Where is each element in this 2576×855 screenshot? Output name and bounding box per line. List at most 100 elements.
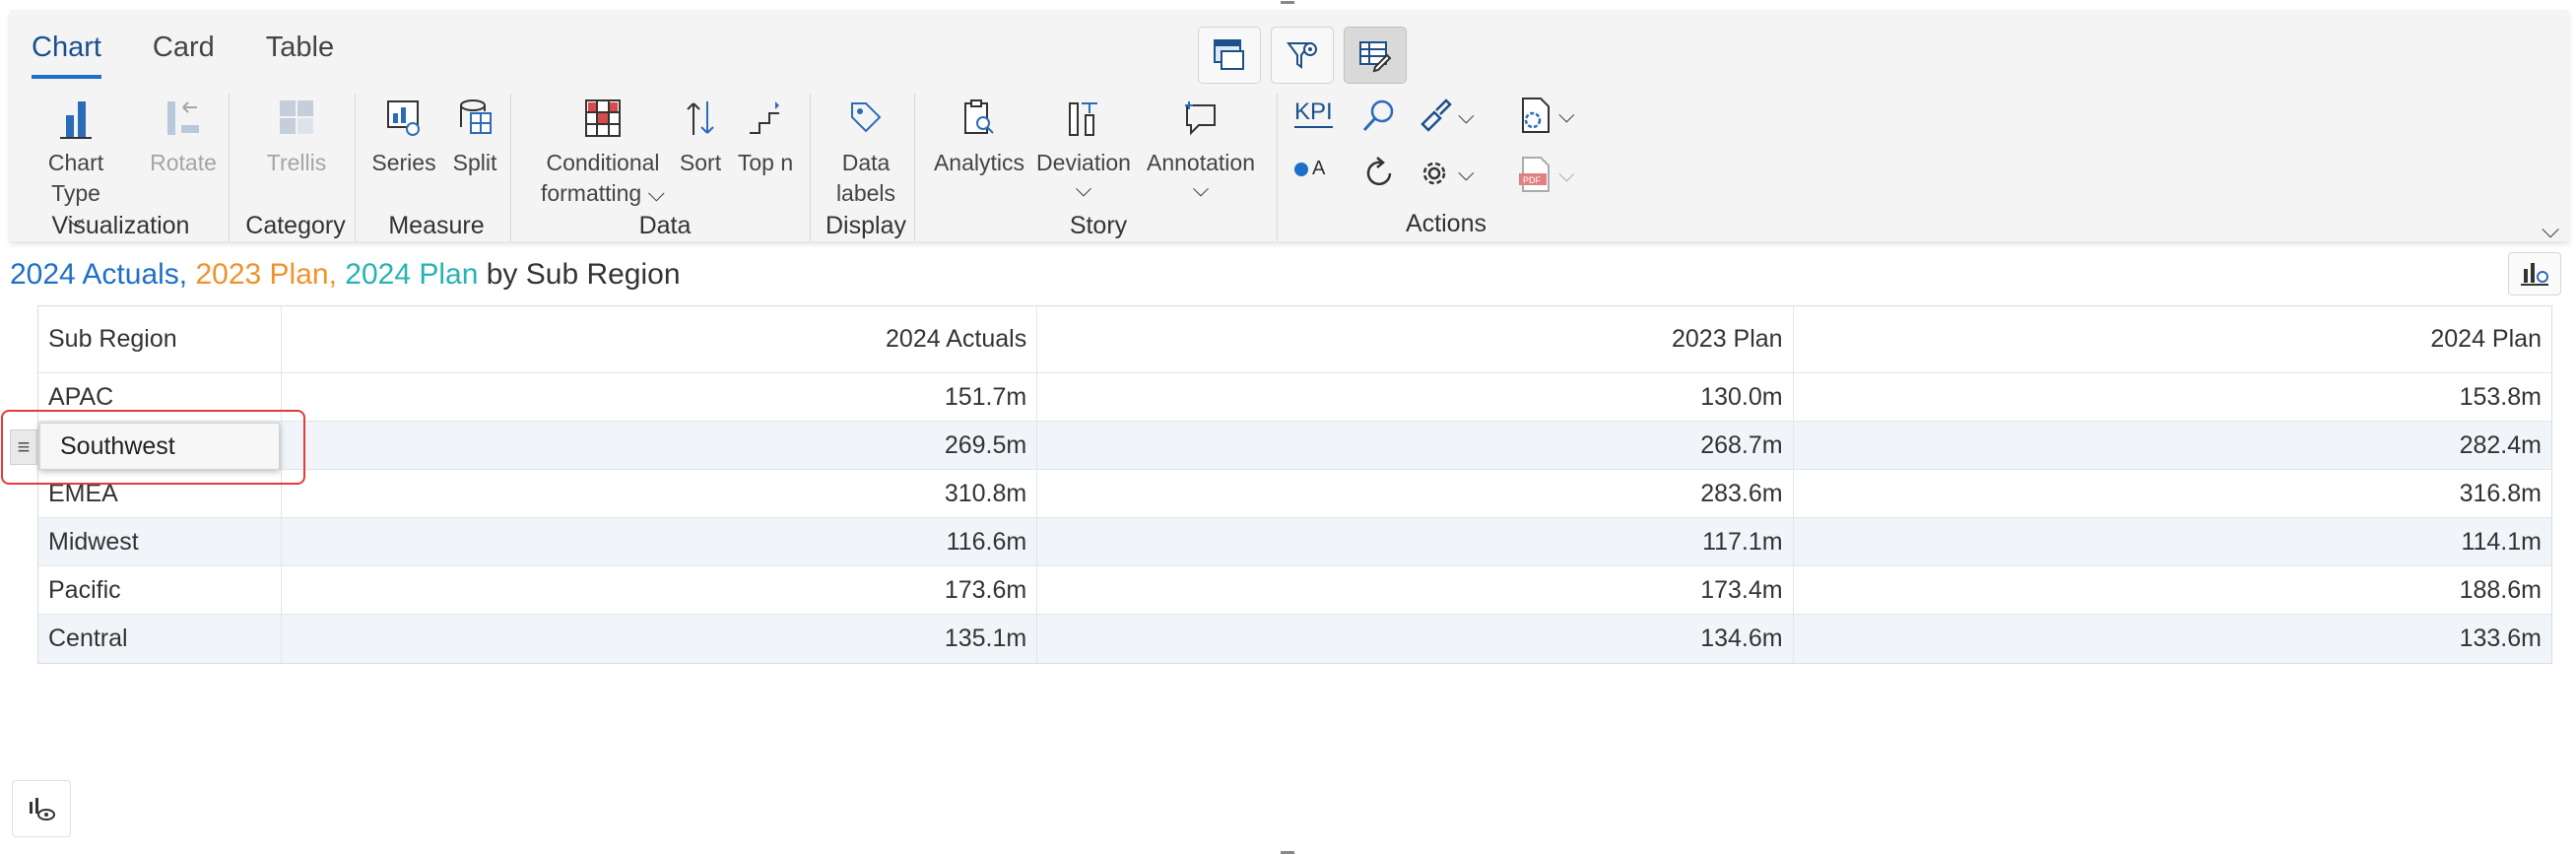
column-header[interactable]: 2024 Actuals: [282, 306, 1038, 372]
data-table: Sub Region 2024 Actuals 2023 Plan 2024 P…: [37, 305, 2552, 664]
search-icon: [1362, 99, 1394, 132]
chart-options-button[interactable]: [12, 780, 71, 837]
dashboard-view-button[interactable]: [1198, 27, 1261, 84]
tab-table[interactable]: Table: [266, 32, 334, 79]
category-group: Trellis Category: [232, 89, 359, 246]
title-dimension: by Sub Region: [478, 258, 681, 291]
title-series-3: 2024 Plan: [345, 258, 479, 291]
reset-button[interactable]: [1359, 154, 1399, 193]
table-edit-button[interactable]: [1344, 27, 1407, 84]
circle-dot-icon: [1294, 162, 1308, 176]
category-group-label: Category: [245, 212, 346, 239]
search-button[interactable]: [1359, 97, 1399, 136]
table-cell[interactable]: Central: [38, 615, 282, 663]
table-row: 269.5m 268.7m 282.4m: [38, 422, 2551, 470]
display-group: Data labels Display: [812, 89, 920, 246]
table-cell[interactable]: Pacific: [38, 566, 282, 614]
pdf-icon: PDF: [1519, 157, 1550, 192]
series-button[interactable]: Series: [370, 89, 437, 178]
table-cell: 173.4m: [1037, 566, 1794, 614]
switch-visualization-button[interactable]: [2508, 252, 2561, 296]
filter-settings-button[interactable]: [1271, 27, 1334, 84]
tab-card[interactable]: Card: [153, 32, 215, 79]
actions-group: KPI ⌵ A ⌵ ⌵ PDF ⌵ Actions: [1279, 89, 1614, 246]
column-header[interactable]: 2023 Plan: [1037, 306, 1794, 372]
top-n-button[interactable]: Top n: [731, 89, 800, 178]
visualization-group-label: Visualization: [51, 212, 190, 239]
title-series-1: 2024 Actuals,: [10, 258, 196, 291]
resize-handle[interactable]: [1281, 1, 1294, 4]
chevron-down-icon: ⌵: [1075, 176, 1092, 201]
deviation-button[interactable]: Deviation ⌵: [1034, 89, 1133, 200]
data-labels-button[interactable]: Data labels: [822, 89, 910, 209]
table-cell: 133.6m: [2459, 625, 2542, 652]
deviation-label: Deviation: [1036, 150, 1131, 175]
table-cell: 268.7m: [1037, 422, 1794, 469]
export-settings-button[interactable]: ⌵: [1515, 95, 1575, 136]
chart-eye-icon: [30, 798, 55, 821]
top-n-label: Top n: [737, 150, 794, 175]
color-by-button[interactable]: A: [1294, 158, 1325, 180]
kpi-button[interactable]: KPI: [1294, 99, 1333, 128]
gear-icon: [1422, 162, 1446, 185]
ribbon-divider: [914, 94, 915, 241]
table-cell: 134.6m: [1037, 615, 1794, 663]
top-n-icon: [750, 101, 779, 134]
ribbon-divider: [355, 94, 356, 241]
settings-button[interactable]: ⌵: [1415, 154, 1475, 193]
table-cell[interactable]: Midwest: [38, 518, 282, 565]
visualization-group: Chart Type ⌵ Rotate Visualization: [10, 89, 231, 246]
export-pdf-button[interactable]: PDF ⌵: [1515, 154, 1575, 195]
table-cell: 283.6m: [1037, 470, 1794, 517]
collapse-ribbon-button[interactable]: ⌵: [2542, 217, 2559, 244]
chevron-down-icon: ⌵: [1458, 103, 1475, 128]
table-cell: 135.1m: [282, 615, 1038, 663]
conditional-formatting-label-1: Conditional: [546, 150, 660, 175]
table-row: APAC 151.7m 130.0m 153.8m: [38, 373, 2551, 422]
drag-handle-icon[interactable]: ≡: [10, 429, 37, 465]
chart-type-button[interactable]: Chart Type ⌵: [22, 89, 130, 230]
table-cell: 310.8m: [282, 470, 1038, 517]
kpi-label: KPI: [1294, 99, 1333, 128]
sort-arrows-icon: [687, 101, 714, 135]
format-paint-button[interactable]: ⌵: [1415, 97, 1475, 136]
column-header[interactable]: Sub Region: [38, 306, 282, 372]
ribbon-divider: [1277, 94, 1278, 241]
analytics-button[interactable]: Analytics: [930, 89, 1028, 178]
measure-group: Series Split Measure: [357, 89, 516, 246]
split-button[interactable]: Split: [443, 89, 506, 178]
rotate-button[interactable]: Rotate: [144, 89, 223, 178]
rename-cell-input[interactable]: [39, 423, 280, 470]
data-labels-label-2: labels: [835, 180, 896, 206]
trellis-icon: [280, 100, 313, 134]
ribbon-divider: [229, 94, 230, 241]
resize-handle[interactable]: [1281, 851, 1294, 854]
annotation-icon: [1185, 101, 1216, 136]
chevron-down-icon: ⌵: [647, 180, 666, 206]
table-row: Midwest 116.6m 117.1m 114.1m: [38, 518, 2551, 566]
tab-bar: Chart Card Table: [32, 32, 385, 79]
annotation-button[interactable]: Annotation ⌵: [1141, 89, 1261, 200]
series-icon: [387, 100, 420, 136]
trellis-button[interactable]: Trellis: [252, 89, 341, 178]
chevron-down-icon: ⌵: [1558, 102, 1575, 127]
rotate-icon: [167, 101, 199, 135]
column-header[interactable]: 2024 Plan: [1794, 306, 2551, 372]
table-cell: 130.0m: [1037, 373, 1794, 421]
table-edit-icon: [1359, 41, 1392, 73]
sort-button[interactable]: Sort: [676, 89, 725, 178]
data-labels-label-1: Data: [841, 150, 891, 175]
paint-brush-icon: [1420, 99, 1452, 132]
document-gear-icon: [1522, 98, 1550, 133]
deviation-icon: [1069, 102, 1097, 136]
data-group-label: Data: [638, 212, 692, 239]
table-cell: 188.6m: [2459, 575, 2542, 604]
story-group: Analytics Deviation ⌵ Annotation ⌵ Story: [916, 89, 1281, 246]
tab-chart[interactable]: Chart: [32, 32, 101, 79]
filter-gear-icon: [1287, 42, 1317, 69]
split-label: Split: [452, 150, 497, 175]
table-row: Central 135.1m 134.6m 133.6m: [38, 615, 2551, 663]
pdf-icon-label: PDF: [1523, 175, 1542, 185]
conditional-formatting-button[interactable]: Conditional formatting ⌵: [534, 89, 672, 209]
conditional-formatting-label-2: formatting: [540, 180, 642, 206]
